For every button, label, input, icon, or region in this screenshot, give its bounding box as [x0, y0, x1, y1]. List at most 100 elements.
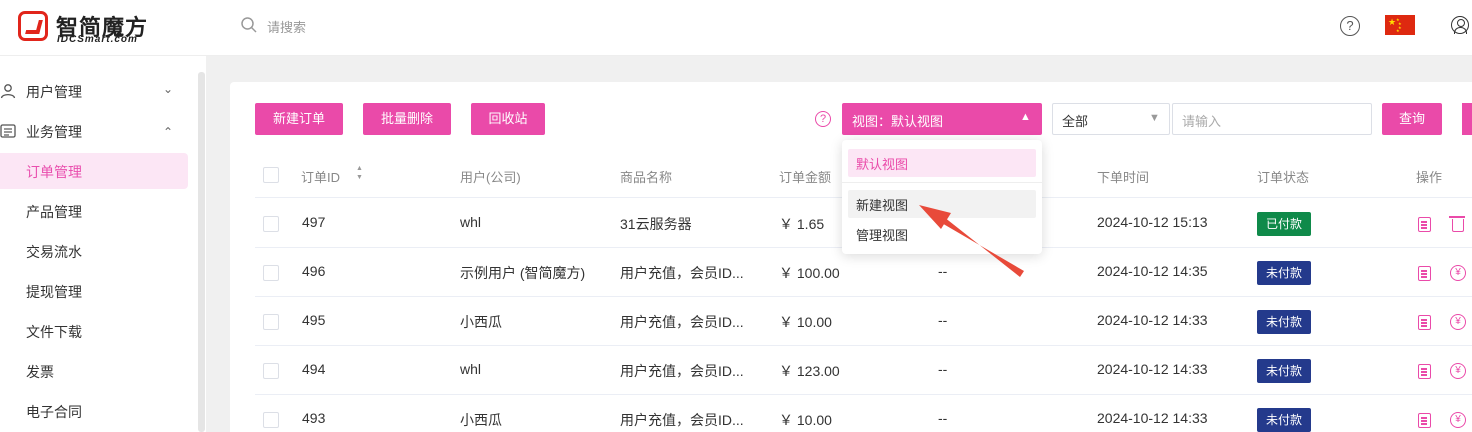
cell-time: 2024-10-12 14:33 — [1097, 312, 1208, 328]
status-badge: 未付款 — [1257, 359, 1311, 383]
cell-product: 用户充值，会员ID... — [620, 314, 744, 330]
cell-user[interactable]: 小西瓜 — [460, 312, 502, 332]
sidebar-item-label: 订单管理 — [26, 164, 82, 180]
detail-icon[interactable] — [1418, 217, 1431, 232]
view-option-default[interactable]: 默认视图 — [848, 149, 1036, 177]
sidebar-group-label: 业务管理 — [26, 124, 82, 140]
view-dropdown: 默认视图 新建视图 管理视图 — [842, 140, 1042, 254]
sidebar-item-label: 发票 — [26, 364, 54, 380]
table-row: 495 小西瓜 用户充值，会员ID... ￥ 10.00 -- 2024-10-… — [255, 297, 1472, 346]
yen-icon[interactable]: ¥ — [1450, 363, 1466, 379]
sidebar-item-orders[interactable]: 订单管理 — [0, 153, 188, 189]
cell-order-id[interactable]: 497 — [302, 214, 325, 230]
yen-icon[interactable]: ¥ — [1450, 412, 1466, 428]
view-option-new[interactable]: 新建视图 — [848, 190, 1036, 218]
new-order-button[interactable]: 新建订单 — [255, 103, 343, 135]
cell-user[interactable]: 示例用户 (智简魔方) — [460, 263, 585, 283]
row-checkbox[interactable] — [263, 412, 279, 428]
table-row: 493 小西瓜 用户充值，会员ID... ￥ 10.00 -- 2024-10-… — [255, 395, 1472, 432]
cell-order-id[interactable]: 494 — [302, 361, 325, 377]
cell-time: 2024-10-12 15:13 — [1097, 214, 1208, 230]
cell-extra: -- — [938, 361, 948, 377]
cell-amount: ￥ 1.65 — [779, 216, 825, 232]
cell-extra: -- — [938, 263, 948, 279]
sidebar-item-label: 文件下载 — [26, 324, 82, 340]
sidebar-item-invoices[interactable]: 发票 — [0, 353, 188, 389]
help-icon[interactable]: ? — [815, 111, 831, 127]
dropdown-divider — [842, 182, 1042, 183]
cell-amount: ￥ 10.00 — [779, 314, 832, 330]
row-checkbox[interactable] — [263, 265, 279, 281]
status-badge: 未付款 — [1257, 310, 1311, 334]
view-select[interactable]: 视图：默认视图 ▲ — [842, 103, 1042, 135]
logo[interactable]: 智简魔方 IDCSmart.com — [18, 10, 168, 46]
extra-button[interactable] — [1462, 103, 1472, 135]
select-all-checkbox[interactable] — [263, 167, 279, 183]
th-actions: 操作 — [1416, 170, 1443, 185]
status-select[interactable]: 全部 ▼ — [1052, 103, 1170, 135]
view-select-value: 视图：默认视图 — [852, 114, 944, 129]
cell-user[interactable]: whl — [460, 361, 481, 377]
cell-product: 31云服务器 — [620, 216, 692, 232]
cell-order-id[interactable]: 496 — [302, 263, 325, 279]
sidebar-item-contracts[interactable]: 电子合同 — [0, 393, 188, 429]
cell-extra: -- — [938, 312, 948, 328]
sidebar-item-withdrawals[interactable]: 提现管理 — [0, 273, 188, 309]
status-select-value: 全部 — [1062, 114, 1089, 129]
chevron-down-icon: ▼ — [1149, 112, 1160, 124]
china-flag-icon[interactable]: ★ ★ ★ ★ ★ — [1385, 15, 1415, 35]
sidebar-item-transactions[interactable]: 交易流水 — [0, 233, 188, 269]
sort-icon[interactable]: ▲ ▼ — [356, 164, 363, 182]
status-badge: 未付款 — [1257, 261, 1311, 285]
chevron-down-icon: ⌄ — [163, 82, 174, 96]
cell-amount: ￥ 123.00 — [779, 363, 840, 379]
th-time: 下单时间 — [1097, 170, 1150, 185]
sidebar-item-products[interactable]: 产品管理 — [0, 193, 188, 229]
sidebar-item-downloads[interactable]: 文件下载 — [0, 313, 188, 349]
detail-icon[interactable] — [1418, 315, 1431, 330]
top-header: 智简魔方 IDCSmart.com 请搜索 ? ★ ★ ★ ★ ★ — [0, 0, 1472, 56]
yen-icon[interactable]: ¥ — [1450, 265, 1466, 281]
sidebar-scrollbar[interactable] — [198, 72, 205, 432]
sidebar-group-users[interactable]: 用户管理 ⌄ — [0, 71, 190, 111]
view-option-manage[interactable]: 管理视图 — [848, 220, 1036, 248]
list-icon — [0, 124, 16, 138]
th-status: 订单状态 — [1257, 170, 1310, 185]
th-user: 用户(公司) — [460, 170, 521, 185]
th-order-id[interactable]: 订单ID — [301, 167, 340, 186]
sidebar-group-label: 用户管理 — [26, 84, 82, 100]
row-checkbox[interactable] — [263, 363, 279, 379]
recycle-bin-button[interactable]: 回收站 — [471, 103, 545, 135]
search-input[interactable]: 请搜索 — [267, 17, 306, 36]
cell-product: 用户充值，会员ID... — [620, 265, 744, 281]
sidebar-group-business[interactable]: 业务管理 ⌃ — [0, 111, 190, 151]
delete-icon[interactable] — [1449, 216, 1465, 232]
cell-order-id[interactable]: 495 — [302, 312, 325, 328]
sidebar: 用户管理 ⌄ 业务管理 ⌃ 订单管理 产品管理 交易流水 提现管理 文件下载 发… — [0, 56, 200, 432]
detail-icon[interactable] — [1418, 364, 1431, 379]
cell-user[interactable]: whl — [460, 214, 481, 230]
th-amount: 订单金额 — [779, 170, 832, 185]
cell-amount: ￥ 100.00 — [779, 265, 840, 281]
row-checkbox[interactable] — [263, 216, 279, 232]
detail-icon[interactable] — [1418, 413, 1431, 428]
th-product: 商品名称 — [620, 170, 673, 185]
keyword-input[interactable]: 请输入 — [1172, 103, 1372, 135]
cell-user[interactable]: 小西瓜 — [460, 410, 502, 430]
cell-amount: ￥ 10.00 — [779, 412, 832, 428]
cell-extra: -- — [938, 410, 948, 426]
batch-delete-button[interactable]: 批量删除 — [363, 103, 451, 135]
user-icon — [0, 84, 16, 99]
logo-icon — [18, 11, 48, 41]
status-badge: 未付款 — [1257, 408, 1311, 432]
search-icon — [241, 17, 257, 33]
detail-icon[interactable] — [1418, 266, 1431, 281]
row-checkbox[interactable] — [263, 314, 279, 330]
user-avatar-icon[interactable] — [1451, 16, 1469, 34]
query-button[interactable]: 查询 — [1382, 103, 1442, 135]
cell-order-id[interactable]: 493 — [302, 410, 325, 426]
chevron-up-icon: ▲ — [1020, 111, 1031, 123]
yen-icon[interactable]: ¥ — [1450, 314, 1466, 330]
cell-time: 2024-10-12 14:33 — [1097, 361, 1208, 377]
help-icon[interactable]: ? — [1340, 16, 1360, 36]
